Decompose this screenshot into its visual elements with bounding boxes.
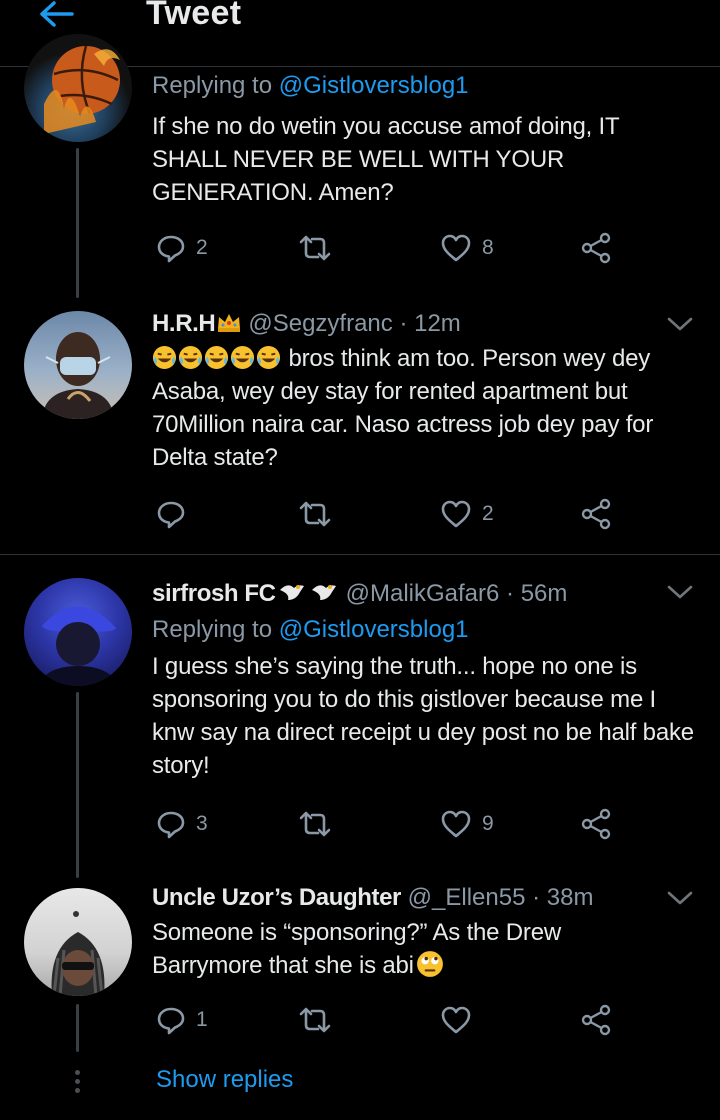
- tweet-text: bros think am too. Person wey dey Asaba,…: [152, 342, 704, 474]
- avatar[interactable]: [24, 34, 132, 142]
- tweet-text: I guess she’s saying the truth... hope n…: [152, 653, 694, 779]
- replying-to: Replying to @Gistloversblog1: [152, 614, 702, 646]
- display-name[interactable]: Uncle Uzor’s Daughter: [152, 884, 401, 911]
- user-photo: [42, 332, 114, 419]
- display-name[interactable]: sirfrosh FC: [152, 580, 276, 607]
- tweet-meta: Uncle Uzor’s Daughter @_Ellen55 · 38m: [152, 882, 702, 914]
- share-icon: [581, 498, 611, 530]
- user-handle[interactable]: @_Ellen55: [408, 884, 526, 911]
- replying-to: Replying to @Gistloversblog1: [152, 70, 702, 102]
- share-icon: [581, 808, 611, 840]
- thread-line: [76, 692, 79, 878]
- share-button[interactable]: [580, 494, 612, 534]
- retweet-icon: [299, 501, 331, 527]
- like-button[interactable]: 8: [440, 228, 494, 268]
- tweet-text-line: Barrymore that she is abi: [152, 949, 704, 982]
- reply-icon: [157, 235, 185, 263]
- share-button[interactable]: [580, 228, 612, 268]
- tweet-text-body: Barrymore that she is abi: [152, 952, 414, 979]
- mention-link[interactable]: @Gistloversblog1: [279, 72, 469, 99]
- reply-count: 1: [196, 1008, 208, 1031]
- tweet-meta: sirfrosh FC @MalikGafar6 · 56m: [152, 578, 702, 610]
- reply-icon: [157, 501, 185, 529]
- share-button[interactable]: [580, 804, 612, 844]
- heart-icon: [441, 500, 471, 528]
- retweet-icon: [299, 235, 331, 261]
- eye-roll-emoji: [416, 951, 443, 977]
- like-button[interactable]: [440, 1000, 482, 1040]
- retweet-button[interactable]: [298, 1000, 342, 1040]
- share-icon: [581, 1004, 611, 1036]
- user-photo: [51, 911, 105, 996]
- reply-icon: [157, 811, 185, 839]
- heart-icon: [441, 1006, 471, 1034]
- user-photo: [38, 606, 118, 686]
- heart-icon: [441, 810, 471, 838]
- share-icon: [581, 232, 611, 264]
- avatar[interactable]: [24, 578, 132, 686]
- like-count: 9: [482, 812, 494, 835]
- avatar[interactable]: [24, 311, 132, 419]
- show-replies-link[interactable]: Show replies: [156, 1066, 293, 1094]
- chevron-down-icon[interactable]: [666, 888, 694, 908]
- back-arrow-icon[interactable]: [36, 0, 76, 34]
- avatar[interactable]: [24, 888, 132, 996]
- chevron-down-icon[interactable]: [666, 582, 694, 602]
- reply-count: 3: [196, 812, 208, 835]
- crown-emoji-icon: [218, 314, 241, 332]
- like-count: 2: [482, 502, 494, 525]
- reply-button[interactable]: 2: [156, 228, 208, 268]
- user-handle[interactable]: @MalikGafar6: [346, 580, 500, 607]
- retweet-button[interactable]: [298, 804, 342, 844]
- display-name[interactable]: H.R.H: [152, 310, 216, 337]
- retweet-button[interactable]: [298, 228, 342, 268]
- retweet-button[interactable]: [298, 494, 342, 534]
- reply-count: 2: [196, 236, 208, 259]
- mention-link[interactable]: @Gistloversblog1: [279, 616, 469, 643]
- thread-line: [76, 1004, 79, 1052]
- heart-icon: [441, 234, 471, 262]
- page-title: Tweet: [146, 0, 242, 32]
- thread-line: [76, 148, 79, 298]
- timestamp: · 12m: [399, 310, 461, 337]
- retweet-icon: [299, 811, 331, 837]
- retweet-icon: [299, 1007, 331, 1033]
- reply-button[interactable]: [156, 494, 196, 534]
- reply-button[interactable]: 3: [156, 804, 208, 844]
- replying-to-label: Replying to: [152, 616, 279, 643]
- eagle-emoji-icon: [279, 585, 336, 600]
- reply-icon: [157, 1007, 185, 1035]
- timestamp: · 38m: [532, 884, 594, 911]
- tweet-text: If she no do wetin you accuse amof doing…: [152, 113, 620, 206]
- like-count: 8: [482, 236, 494, 259]
- tweet-meta: H.R.H @Segzyfranc · 12m: [152, 308, 702, 340]
- like-button[interactable]: 2: [440, 494, 494, 534]
- basketball-fire-image: [44, 45, 120, 134]
- user-handle[interactable]: @Segzyfranc: [248, 310, 392, 337]
- tweet-text: Someone is “sponsoring?” As the Drew Bar…: [152, 916, 704, 982]
- share-button[interactable]: [580, 1000, 612, 1040]
- divider: [0, 554, 720, 555]
- reply-button[interactable]: 1: [156, 1000, 208, 1040]
- replying-to-label: Replying to: [152, 72, 279, 99]
- thread-continuation-dots: [74, 1070, 82, 1097]
- like-button[interactable]: 9: [440, 804, 494, 844]
- tears-of-joy-emoji: [152, 345, 282, 372]
- timestamp: · 56m: [506, 580, 568, 607]
- tweet-text-line: Someone is “sponsoring?” As the Drew: [152, 919, 562, 946]
- chevron-down-icon[interactable]: [666, 314, 694, 334]
